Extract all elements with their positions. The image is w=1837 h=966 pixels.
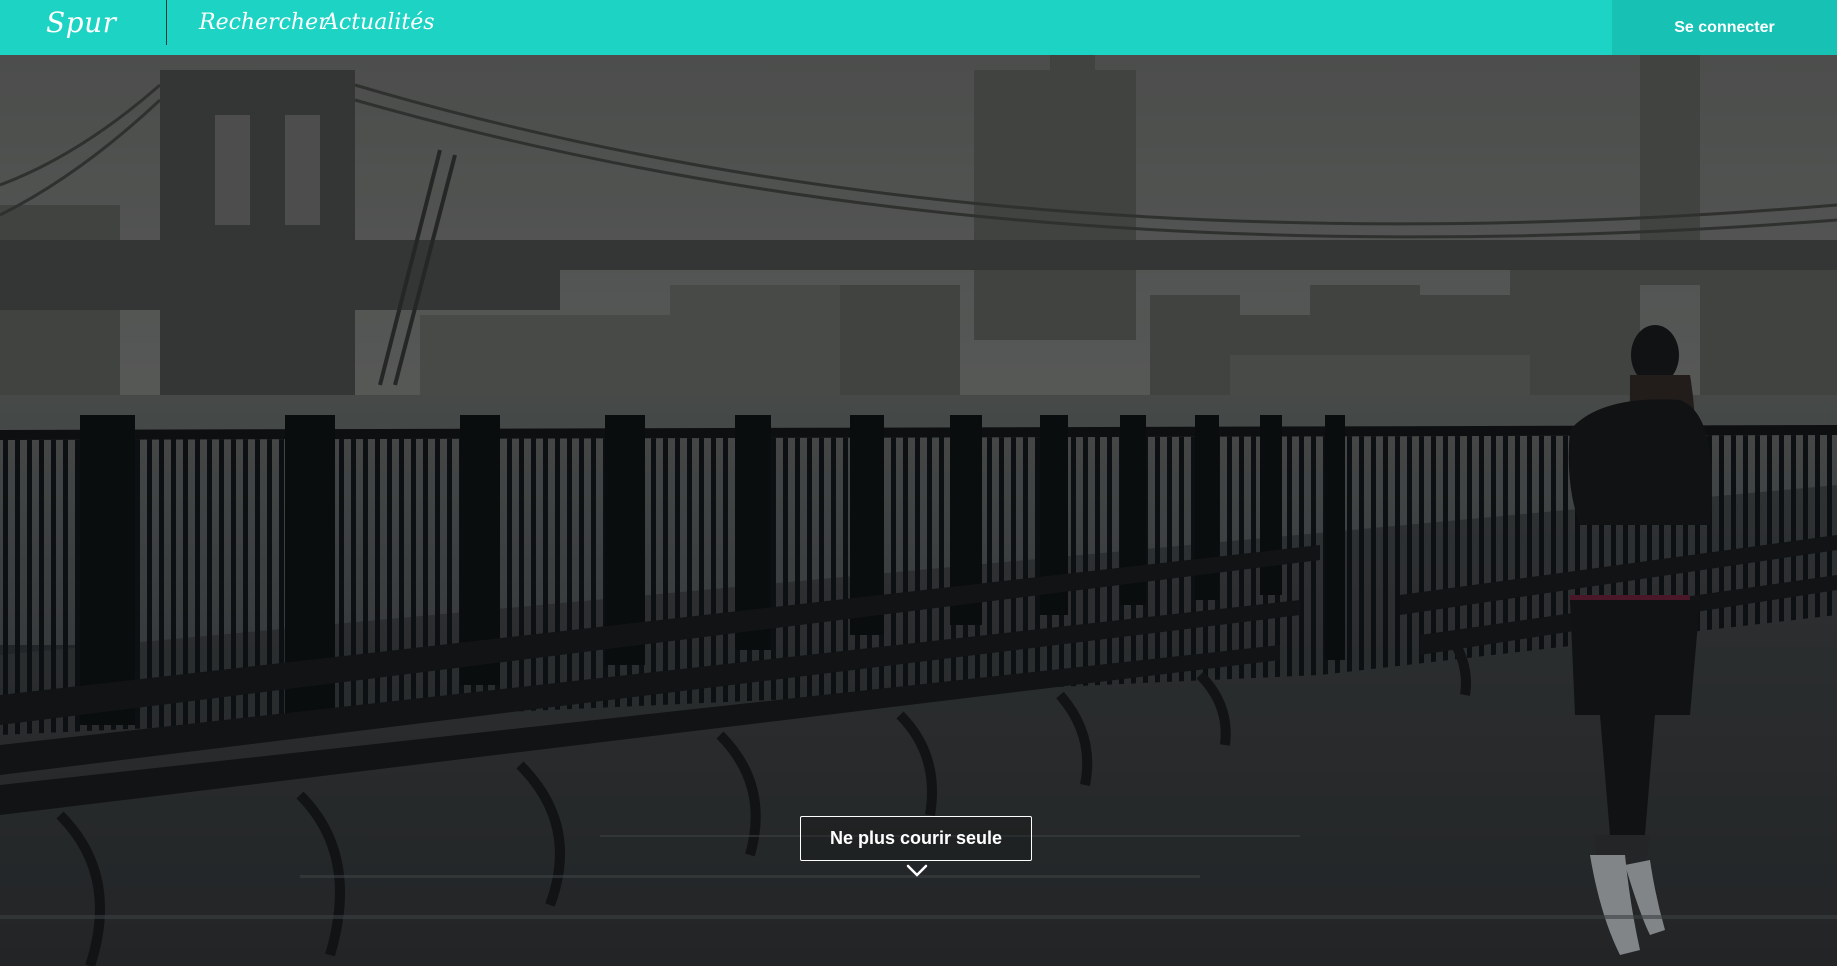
nav-divider <box>166 0 167 45</box>
top-nav-bar: Spur Rechercher Actualités Se connecter <box>0 0 1837 55</box>
chevron-down-icon[interactable] <box>906 864 928 878</box>
login-button[interactable]: Se connecter <box>1612 0 1837 55</box>
nav-link-news[interactable]: Actualités <box>323 10 435 35</box>
nav-link-search[interactable]: Rechercher <box>199 10 329 35</box>
hero-section: Ne plus courir seule <box>0 55 1837 966</box>
page: Spur Rechercher Actualités Se connecter <box>0 0 1837 966</box>
hero-cta-button[interactable]: Ne plus courir seule <box>800 816 1032 861</box>
brand-logo[interactable]: Spur <box>46 6 117 39</box>
